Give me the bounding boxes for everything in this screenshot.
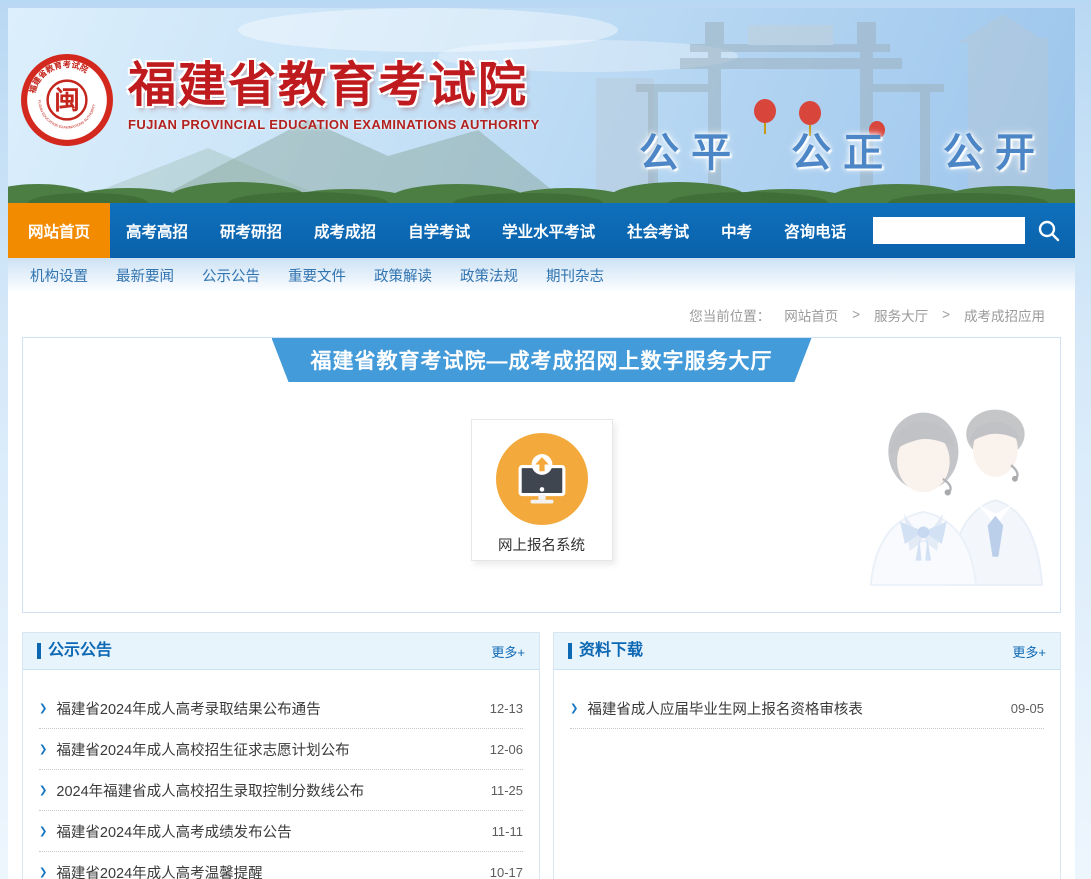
nav-tab-adult-exam[interactable]: 成考成招 [298, 203, 392, 258]
notice-link[interactable]: 2024年福建省成人高校招生录取控制分数线公布 [56, 780, 364, 801]
breadcrumb-prefix: 您当前位置： [689, 305, 770, 325]
notices-card: 公示公告 更多+ ❯ 福建省2024年成人高考录取结果公布通告 12-13 ❯ … [22, 632, 540, 879]
service-hall-panel: 福建省教育考试院—成考成招网上数字服务大厅 网上报名系统 [22, 337, 1061, 613]
main-nav: 网站首页 高考高招 研考研招 成考成招 自学考试 学业水平考试 社会考试 中考 … [8, 203, 1075, 258]
nav-tab-zhongkao[interactable]: 中考 [705, 203, 768, 258]
notices-list: ❯ 福建省2024年成人高考录取结果公布通告 12-13 ❯ 福建省2024年成… [23, 670, 539, 879]
nav-tab-hotline[interactable]: 咨询电话 [768, 203, 862, 258]
downloads-more-link[interactable]: 更多+ [1012, 642, 1046, 661]
search-icon [1037, 219, 1061, 243]
breadcrumb-separator: > [942, 307, 950, 322]
notice-date: 12-13 [480, 701, 523, 716]
chevron-right-icon: ❯ [39, 826, 47, 837]
downloads-card: 资料下载 更多+ ❯ 福建省成人应届毕业生网上报名资格审核表 09-05 [553, 632, 1061, 879]
support-agents-illustration [863, 390, 1048, 590]
page-container: 福建省教育考试院 FUJIAN EDUCATION EXAMINATIONS A… [8, 8, 1075, 879]
monitor-upload-icon [517, 453, 567, 505]
brand-text: 福建省教育考试院 FUJIAN PROVINCIAL EDUCATION EXA… [128, 61, 540, 132]
breadcrumb-link-service-hall[interactable]: 服务大厅 [874, 305, 928, 325]
notices-header: 公示公告 更多+ [23, 633, 539, 670]
list-item[interactable]: ❯ 福建省2024年成人高考成绩发布公告 11-11 [39, 811, 523, 852]
subnav-item-policy-regulations[interactable]: 政策法规 [460, 265, 518, 286]
search-button[interactable] [1037, 219, 1061, 243]
subnav-item-public-notices[interactable]: 公示公告 [202, 265, 260, 286]
notices-title: 公示公告 [37, 643, 112, 659]
service-card-online-registration[interactable]: 网上报名系统 [471, 419, 613, 561]
chevron-right-icon: ❯ [39, 785, 47, 796]
download-date: 09-05 [1001, 701, 1044, 716]
logo-emblem-glyph: 闽 [54, 87, 80, 115]
subnav-item-journals[interactable]: 期刊杂志 [546, 265, 604, 286]
sub-nav: 机构设置 最新要闻 公示公告 重要文件 政策解读 政策法规 期刊杂志 [8, 258, 1075, 292]
downloads-header: 资料下载 更多+ [554, 633, 1060, 670]
nav-tab-postgraduate[interactable]: 研考研招 [204, 203, 298, 258]
downloads-title: 资料下载 [568, 643, 643, 659]
notice-date: 12-06 [480, 742, 523, 757]
site-subtitle: FUJIAN PROVINCIAL EDUCATION EXAMINATIONS… [128, 117, 540, 132]
notice-date: 10-17 [480, 865, 523, 879]
notice-link[interactable]: 福建省2024年成人高考温馨提醒 [56, 862, 262, 879]
breadcrumb-separator: > [852, 307, 860, 322]
chevron-right-icon: ❯ [39, 703, 47, 714]
chevron-right-icon: ❯ [570, 703, 578, 714]
subnav-item-policy-interpretation[interactable]: 政策解读 [374, 265, 432, 286]
site-title: 福建省教育考试院 [128, 61, 540, 111]
list-item[interactable]: ❯ 福建省2024年成人高校招生征求志愿计划公布 12-06 [39, 729, 523, 770]
search-area [873, 203, 1075, 258]
nav-tab-home[interactable]: 网站首页 [8, 203, 110, 258]
notice-date: 11-11 [482, 824, 523, 839]
notice-link[interactable]: 福建省2024年成人高校招生征求志愿计划公布 [56, 739, 349, 760]
breadcrumb-link-home[interactable]: 网站首页 [784, 305, 838, 325]
bottom-columns: 公示公告 更多+ ❯ 福建省2024年成人高考录取结果公布通告 12-13 ❯ … [22, 632, 1061, 879]
list-item[interactable]: ❯ 2024年福建省成人高校招生录取控制分数线公布 11-25 [39, 770, 523, 811]
download-link[interactable]: 福建省成人应届毕业生网上报名资格审核表 [587, 698, 863, 719]
list-item[interactable]: ❯ 福建省2024年成人高考温馨提醒 10-17 [39, 852, 523, 879]
list-item[interactable]: ❯ 福建省成人应届毕业生网上报名资格审核表 09-05 [570, 688, 1044, 729]
hall-banner-ribbon: 福建省教育考试院—成考成招网上数字服务大厅 [272, 338, 812, 382]
nav-tab-social-exam[interactable]: 社会考试 [611, 203, 705, 258]
downloads-list: ❯ 福建省成人应届毕业生网上报名资格审核表 09-05 [554, 670, 1060, 729]
nav-tab-self-study[interactable]: 自学考试 [392, 203, 486, 258]
nav-tab-academic-level[interactable]: 学业水平考试 [486, 203, 611, 258]
subnav-item-important-documents[interactable]: 重要文件 [288, 265, 346, 286]
header-slogan: 公平 公正 公开 [639, 120, 1047, 178]
site-logo-seal-icon[interactable]: 福建省教育考试院 FUJIAN EDUCATION EXAMINATIONS A… [20, 53, 114, 147]
notice-date: 11-25 [481, 783, 523, 798]
search-input[interactable] [873, 217, 1025, 244]
chevron-right-icon: ❯ [39, 744, 47, 755]
service-icon-circle [496, 433, 588, 525]
notice-link[interactable]: 福建省2024年成人高考成绩发布公告 [56, 821, 291, 842]
chevron-right-icon: ❯ [39, 867, 47, 878]
brand-block: 福建省教育考试院 FUJIAN EDUCATION EXAMINATIONS A… [20, 53, 540, 147]
nav-tab-college-admission[interactable]: 高考高招 [110, 203, 204, 258]
notices-more-link[interactable]: 更多+ [491, 642, 525, 661]
breadcrumb: 您当前位置： 网站首页 > 服务大厅 > 成考成招应用 [8, 292, 1075, 337]
subnav-item-organization[interactable]: 机构设置 [30, 265, 88, 286]
subnav-item-latest-news[interactable]: 最新要闻 [116, 265, 174, 286]
notice-link[interactable]: 福建省2024年成人高考录取结果公布通告 [56, 698, 320, 719]
list-item[interactable]: ❯ 福建省2024年成人高考录取结果公布通告 12-13 [39, 688, 523, 729]
service-card-label: 网上报名系统 [498, 534, 585, 555]
site-header: 福建省教育考试院 FUJIAN EDUCATION EXAMINATIONS A… [8, 8, 1075, 203]
breadcrumb-current-page[interactable]: 成考成招应用 [964, 305, 1045, 325]
